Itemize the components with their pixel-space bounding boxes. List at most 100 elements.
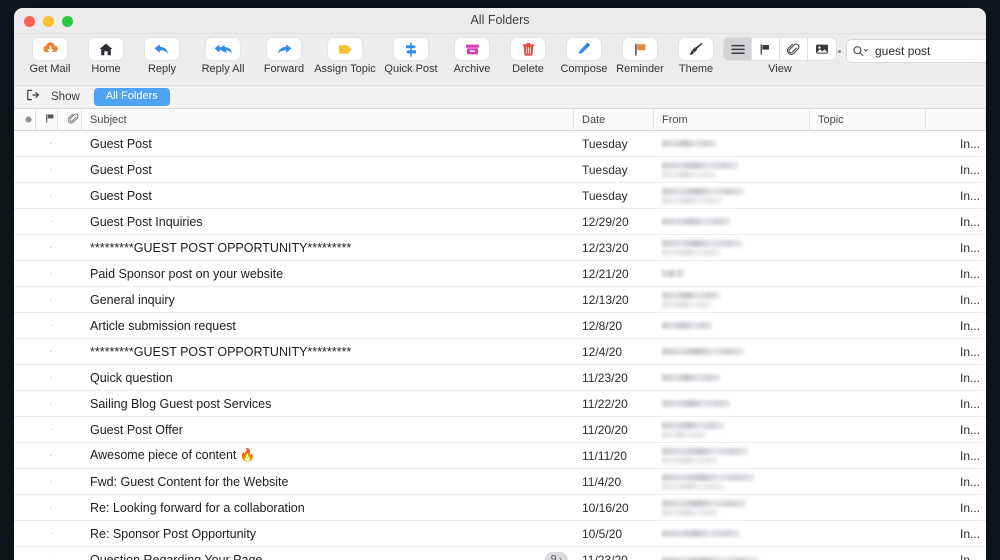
- row-flag-cell[interactable]: ·: [36, 339, 58, 365]
- row-attachment-cell: [58, 183, 82, 209]
- row-subject-cell[interactable]: Guest Post: [82, 131, 574, 157]
- column-header-attachment[interactable]: [58, 108, 82, 131]
- column-header-unread[interactable]: [14, 108, 36, 131]
- view-segment-flagged[interactable]: [752, 38, 780, 60]
- row-flag-cell[interactable]: ·: [36, 131, 58, 157]
- column-header-from[interactable]: From: [654, 108, 810, 131]
- table-row[interactable]: · Re: Sponsor Post Opportunity 10/5/20 In..…: [14, 521, 986, 547]
- row-subject-cell[interactable]: Guest Post: [82, 183, 574, 209]
- table-row[interactable]: · Awesome piece of content 🔥 11/11/20 In...: [14, 443, 986, 469]
- row-attachment-cell: [58, 131, 82, 157]
- view-control-group: View: [724, 36, 836, 75]
- message-folder: In...: [959, 474, 980, 489]
- column-header-folder[interactable]: [926, 108, 986, 131]
- message-folder: In...: [959, 448, 980, 463]
- view-segmented-control[interactable]: [724, 38, 836, 60]
- table-row[interactable]: · Guest Post Offer 11/20/20 In...: [14, 417, 986, 443]
- row-subject-cell[interactable]: Guest Post Offer: [82, 417, 574, 443]
- reminder-button[interactable]: Reminder: [612, 36, 668, 75]
- theme-button[interactable]: Theme: [668, 36, 724, 75]
- message-list[interactable]: · Guest Post Tuesday In... · Guest Post Tuesda…: [14, 131, 986, 560]
- row-subject-cell[interactable]: Fwd: Guest Content for the Website: [82, 469, 574, 495]
- message-topic: [810, 313, 926, 339]
- get-mail-button[interactable]: Get Mail: [22, 36, 78, 75]
- reply-all-icon: [206, 38, 240, 60]
- row-flag-cell[interactable]: ·: [36, 365, 58, 391]
- column-header-flag[interactable]: [36, 108, 58, 131]
- table-row[interactable]: ← · Question Regarding Your Page 9 › 11/23/20…: [14, 547, 986, 560]
- search-input-value[interactable]: guest post: [875, 44, 986, 58]
- row-flag-cell[interactable]: ·: [36, 547, 58, 560]
- unread-indicator: [14, 521, 36, 547]
- row-flag-cell[interactable]: ·: [36, 469, 58, 495]
- table-row[interactable]: · Guest Post Tuesday In...: [14, 131, 986, 157]
- row-flag-cell[interactable]: ·: [36, 209, 58, 235]
- table-row[interactable]: · Article submission request 12/8/20 In...: [14, 313, 986, 339]
- table-row[interactable]: · Guest Post Tuesday In...: [14, 183, 986, 209]
- view-segment-list[interactable]: [724, 38, 752, 60]
- table-row[interactable]: · Guest Post Inquiries 12/29/20 In...: [14, 209, 986, 235]
- thread-count-badge[interactable]: 9 ›: [544, 552, 568, 560]
- column-header-topic[interactable]: Topic: [810, 108, 926, 131]
- table-row[interactable]: · Re: Looking forward for a collaboration…: [14, 495, 986, 521]
- home-button[interactable]: Home: [78, 36, 134, 75]
- table-row[interactable]: · *********GUEST POST OPPORTUNITY********…: [14, 339, 986, 365]
- archive-button[interactable]: Archive: [444, 36, 500, 75]
- reply-all-button[interactable]: Reply All: [190, 36, 256, 75]
- row-subject-cell[interactable]: Quick question: [82, 365, 574, 391]
- row-flag-cell[interactable]: ·: [36, 183, 58, 209]
- table-row[interactable]: · Guest Post Tuesday In...: [14, 157, 986, 183]
- message-topic: [810, 443, 926, 469]
- view-segment-attachments[interactable]: [780, 38, 808, 60]
- table-row[interactable]: · *********GUEST POST OPPORTUNITY********…: [14, 235, 986, 261]
- table-row[interactable]: · General inquiry 12/13/20 In...: [14, 287, 986, 313]
- row-flag-cell[interactable]: ·: [36, 417, 58, 443]
- assign-topic-button[interactable]: Assign Topic: [312, 36, 378, 75]
- table-row[interactable]: · Sailing Blog Guest post Services 11/22/2…: [14, 391, 986, 417]
- redacted-sender: [662, 400, 730, 407]
- forward-button[interactable]: Forward: [256, 36, 312, 75]
- row-subject-cell[interactable]: Question Regarding Your Page 9 ›: [82, 547, 574, 560]
- row-flag-cell[interactable]: ·: [36, 313, 58, 339]
- row-flag-cell[interactable]: ·: [36, 261, 58, 287]
- row-flag-cell[interactable]: ·: [36, 521, 58, 547]
- quick-post-button[interactable]: Quick Post: [378, 36, 444, 75]
- tag-icon: [328, 38, 362, 60]
- row-subject-cell[interactable]: Awesome piece of content 🔥: [82, 443, 574, 469]
- row-subject-cell[interactable]: Article submission request: [82, 313, 574, 339]
- row-subject-cell[interactable]: Re: Sponsor Post Opportunity: [82, 521, 574, 547]
- row-subject-cell[interactable]: General inquiry: [82, 287, 574, 313]
- row-flag-cell[interactable]: ·: [36, 287, 58, 313]
- row-subject-cell[interactable]: *********GUEST POST OPPORTUNITY*********: [82, 235, 574, 261]
- table-row[interactable]: · Paid Sponsor post on your website 12/21/…: [14, 261, 986, 287]
- column-header-date[interactable]: Date: [574, 108, 654, 131]
- row-subject-cell[interactable]: Guest Post Inquiries: [82, 209, 574, 235]
- main-toolbar: Get Mail Home Reply Reply All Forward As…: [14, 34, 986, 86]
- table-row[interactable]: · Fwd: Guest Content for the Website 11/4/…: [14, 469, 986, 495]
- unread-indicator: [14, 495, 36, 521]
- message-folder: In...: [959, 240, 980, 255]
- row-attachment-cell: [58, 469, 82, 495]
- row-subject-cell[interactable]: Sailing Blog Guest post Services: [82, 391, 574, 417]
- show-sidebar-icon[interactable]: [26, 88, 40, 106]
- filter-chip-all-folders[interactable]: All Folders: [93, 88, 170, 106]
- row-flag-cell[interactable]: ·: [36, 235, 58, 261]
- delete-button[interactable]: Delete: [500, 36, 556, 75]
- row-subject-cell[interactable]: *********GUEST POST OPPORTUNITY*********: [82, 339, 574, 365]
- row-flag-cell[interactable]: ·: [36, 495, 58, 521]
- row-subject-cell[interactable]: Guest Post: [82, 157, 574, 183]
- reply-button[interactable]: Reply: [134, 36, 190, 75]
- row-flag-cell[interactable]: ·: [36, 443, 58, 469]
- compose-button[interactable]: Compose: [556, 36, 612, 75]
- redaction-bar: [662, 187, 744, 195]
- row-flag-cell[interactable]: ·: [36, 157, 58, 183]
- column-header-subject[interactable]: Subject: [82, 108, 574, 131]
- row-flag-cell[interactable]: ·: [36, 391, 58, 417]
- search-field[interactable]: guest post: [847, 40, 986, 62]
- message-topic: [810, 469, 926, 495]
- row-subject-cell[interactable]: Re: Looking forward for a collaboration: [82, 495, 574, 521]
- row-subject-cell[interactable]: Paid Sponsor post on your website: [82, 261, 574, 287]
- table-row[interactable]: · Quick question 11/23/20 In...: [14, 365, 986, 391]
- view-segment-images[interactable]: [808, 38, 836, 60]
- message-subject: Article submission request: [90, 318, 236, 333]
